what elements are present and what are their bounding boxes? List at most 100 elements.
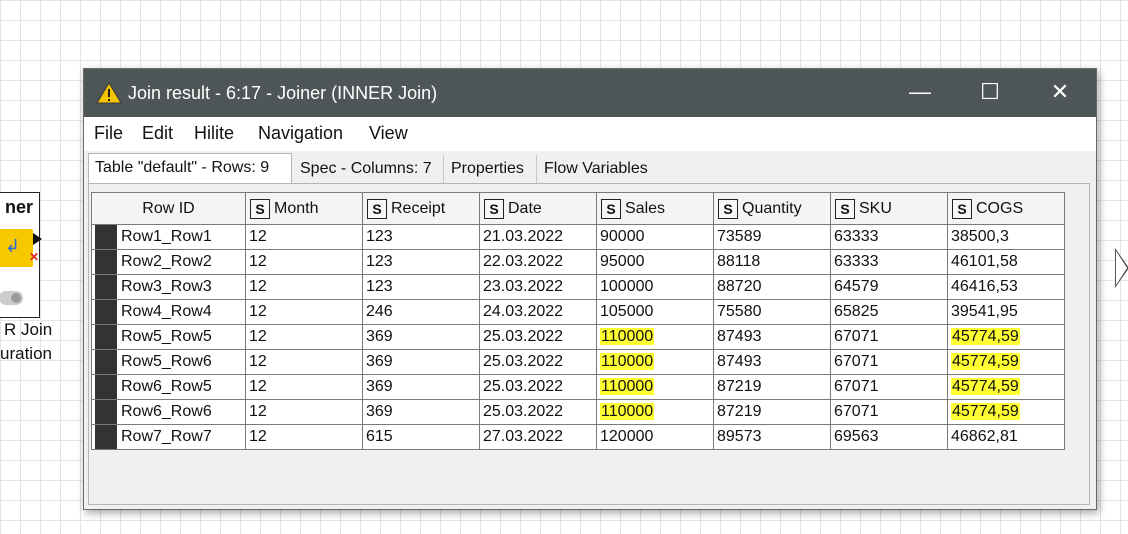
- table-cell[interactable]: 12: [245, 224, 363, 250]
- row-id-cell[interactable]: Row4_Row4: [91, 299, 246, 325]
- table-row[interactable]: Row6_Row6 12 369 25.03.2022 110000 87219 67071…: [91, 399, 1065, 425]
- maximize-button[interactable]: ☐: [966, 69, 1014, 117]
- menu-hilite[interactable]: Hilite: [194, 123, 234, 144]
- column-header-date[interactable]: S Date: [479, 192, 597, 225]
- table-cell[interactable]: 87493: [713, 324, 831, 350]
- table-cell[interactable]: 12: [245, 299, 363, 325]
- table-cell[interactable]: 67071: [830, 324, 948, 350]
- table-cell[interactable]: 69563: [830, 424, 948, 450]
- tab-spec-columns[interactable]: Spec - Columns: 7: [294, 155, 444, 183]
- table-cell[interactable]: 45774,59: [947, 349, 1065, 375]
- table-cell[interactable]: 246: [362, 299, 480, 325]
- table-row[interactable]: Row2_Row2 12 123 22.03.2022 95000 88118 63333 4…: [91, 249, 1065, 275]
- close-button[interactable]: ✕: [1036, 69, 1084, 117]
- table-cell[interactable]: 27.03.2022: [479, 424, 597, 450]
- table-cell[interactable]: 88118: [713, 249, 831, 275]
- table-cell[interactable]: 87219: [713, 374, 831, 400]
- row-id-cell[interactable]: Row2_Row2: [91, 249, 246, 275]
- table-cell[interactable]: 12: [245, 424, 363, 450]
- row-id-cell[interactable]: Row5_Row6: [91, 349, 246, 375]
- table-cell[interactable]: 64579: [830, 274, 948, 300]
- table-cell[interactable]: 67071: [830, 399, 948, 425]
- row-id-cell[interactable]: Row1_Row1: [91, 224, 246, 250]
- row-id-cell[interactable]: Row7_Row7: [91, 424, 246, 450]
- table-cell[interactable]: 67071: [830, 374, 948, 400]
- table-cell[interactable]: 120000: [596, 424, 714, 450]
- table-cell[interactable]: 67071: [830, 349, 948, 375]
- minimize-button[interactable]: —: [896, 69, 944, 117]
- column-header-month[interactable]: S Month: [245, 192, 363, 225]
- joiner-node[interactable]: ner ↲ ✕: [0, 192, 42, 318]
- table-cell[interactable]: 123: [362, 249, 480, 275]
- table-cell[interactable]: 25.03.2022: [479, 374, 597, 400]
- column-header-sales[interactable]: S Sales: [596, 192, 714, 225]
- table-cell[interactable]: 87219: [713, 399, 831, 425]
- table-cell[interactable]: 12: [245, 399, 363, 425]
- table-row[interactable]: Row6_Row5 12 369 25.03.2022 110000 87219 67071…: [91, 374, 1065, 400]
- row-id-cell[interactable]: Row6_Row5: [91, 374, 246, 400]
- table-cell[interactable]: 89573: [713, 424, 831, 450]
- table-cell[interactable]: 100000: [596, 274, 714, 300]
- table-cell[interactable]: 25.03.2022: [479, 349, 597, 375]
- table-cell[interactable]: 369: [362, 324, 480, 350]
- tab-properties[interactable]: Properties: [445, 155, 537, 183]
- table-cell[interactable]: 12: [245, 324, 363, 350]
- column-header-cogs[interactable]: S COGS: [947, 192, 1065, 225]
- table-cell[interactable]: 39541,95: [947, 299, 1065, 325]
- node-output-port-icon[interactable]: [33, 233, 42, 245]
- table-cell[interactable]: 12: [245, 249, 363, 275]
- tab-table-default[interactable]: Table "default" - Rows: 9: [88, 153, 292, 184]
- menu-view[interactable]: View: [369, 123, 408, 144]
- table-cell[interactable]: 65825: [830, 299, 948, 325]
- table-cell[interactable]: 12: [245, 374, 363, 400]
- table-cell[interactable]: 110000: [596, 374, 714, 400]
- table-cell[interactable]: 46416,53: [947, 274, 1065, 300]
- table-cell[interactable]: 45774,59: [947, 324, 1065, 350]
- table-cell[interactable]: 75580: [713, 299, 831, 325]
- table-cell[interactable]: 90000: [596, 224, 714, 250]
- table-cell[interactable]: 25.03.2022: [479, 324, 597, 350]
- table-cell[interactable]: 369: [362, 374, 480, 400]
- column-header-quantity[interactable]: S Quantity: [713, 192, 831, 225]
- table-cell[interactable]: 369: [362, 349, 480, 375]
- row-id-cell[interactable]: Row3_Row3: [91, 274, 246, 300]
- table-row[interactable]: Row1_Row1 12 123 21.03.2022 90000 73589 63333 3…: [91, 224, 1065, 250]
- table-cell[interactable]: 25.03.2022: [479, 399, 597, 425]
- table-cell[interactable]: 95000: [596, 249, 714, 275]
- title-bar[interactable]: Join result - 6:17 - Joiner (INNER Join)…: [84, 69, 1096, 117]
- table-cell[interactable]: 63333: [830, 249, 948, 275]
- table-row[interactable]: Row7_Row7 12 615 27.03.2022 120000 89573 69563…: [91, 424, 1065, 450]
- column-header-receipt[interactable]: S Receipt: [362, 192, 480, 225]
- menu-navigation[interactable]: Navigation: [258, 123, 343, 144]
- table-cell[interactable]: 12: [245, 274, 363, 300]
- table-cell[interactable]: 46862,81: [947, 424, 1065, 450]
- table-cell[interactable]: 24.03.2022: [479, 299, 597, 325]
- table-cell[interactable]: 110000: [596, 349, 714, 375]
- column-header-row-id[interactable]: Row ID: [91, 192, 246, 225]
- table-cell[interactable]: 105000: [596, 299, 714, 325]
- table-cell[interactable]: 369: [362, 399, 480, 425]
- table-cell[interactable]: 23.03.2022: [479, 274, 597, 300]
- menu-file[interactable]: File: [94, 123, 123, 144]
- table-cell[interactable]: 45774,59: [947, 374, 1065, 400]
- table-row[interactable]: Row4_Row4 12 246 24.03.2022 105000 75580 65825…: [91, 299, 1065, 325]
- table-cell[interactable]: 73589: [713, 224, 831, 250]
- row-id-cell[interactable]: Row6_Row6: [91, 399, 246, 425]
- table-row[interactable]: Row3_Row3 12 123 23.03.2022 100000 88720 64579…: [91, 274, 1065, 300]
- table-row[interactable]: Row5_Row6 12 369 25.03.2022 110000 87493 67071…: [91, 349, 1065, 375]
- table-cell[interactable]: 110000: [596, 324, 714, 350]
- row-id-cell[interactable]: Row5_Row5: [91, 324, 246, 350]
- table-cell[interactable]: 615: [362, 424, 480, 450]
- table-cell[interactable]: 38500,3: [947, 224, 1065, 250]
- table-row[interactable]: Row5_Row5 12 369 25.03.2022 110000 87493 67071…: [91, 324, 1065, 350]
- table-cell[interactable]: 123: [362, 224, 480, 250]
- table-cell[interactable]: 45774,59: [947, 399, 1065, 425]
- table-cell[interactable]: 123: [362, 274, 480, 300]
- table-cell[interactable]: 63333: [830, 224, 948, 250]
- table-cell[interactable]: 46101,58: [947, 249, 1065, 275]
- table-cell[interactable]: 21.03.2022: [479, 224, 597, 250]
- table-cell[interactable]: 12: [245, 349, 363, 375]
- table-cell[interactable]: 87493: [713, 349, 831, 375]
- table-cell[interactable]: 110000: [596, 399, 714, 425]
- table-cell[interactable]: 22.03.2022: [479, 249, 597, 275]
